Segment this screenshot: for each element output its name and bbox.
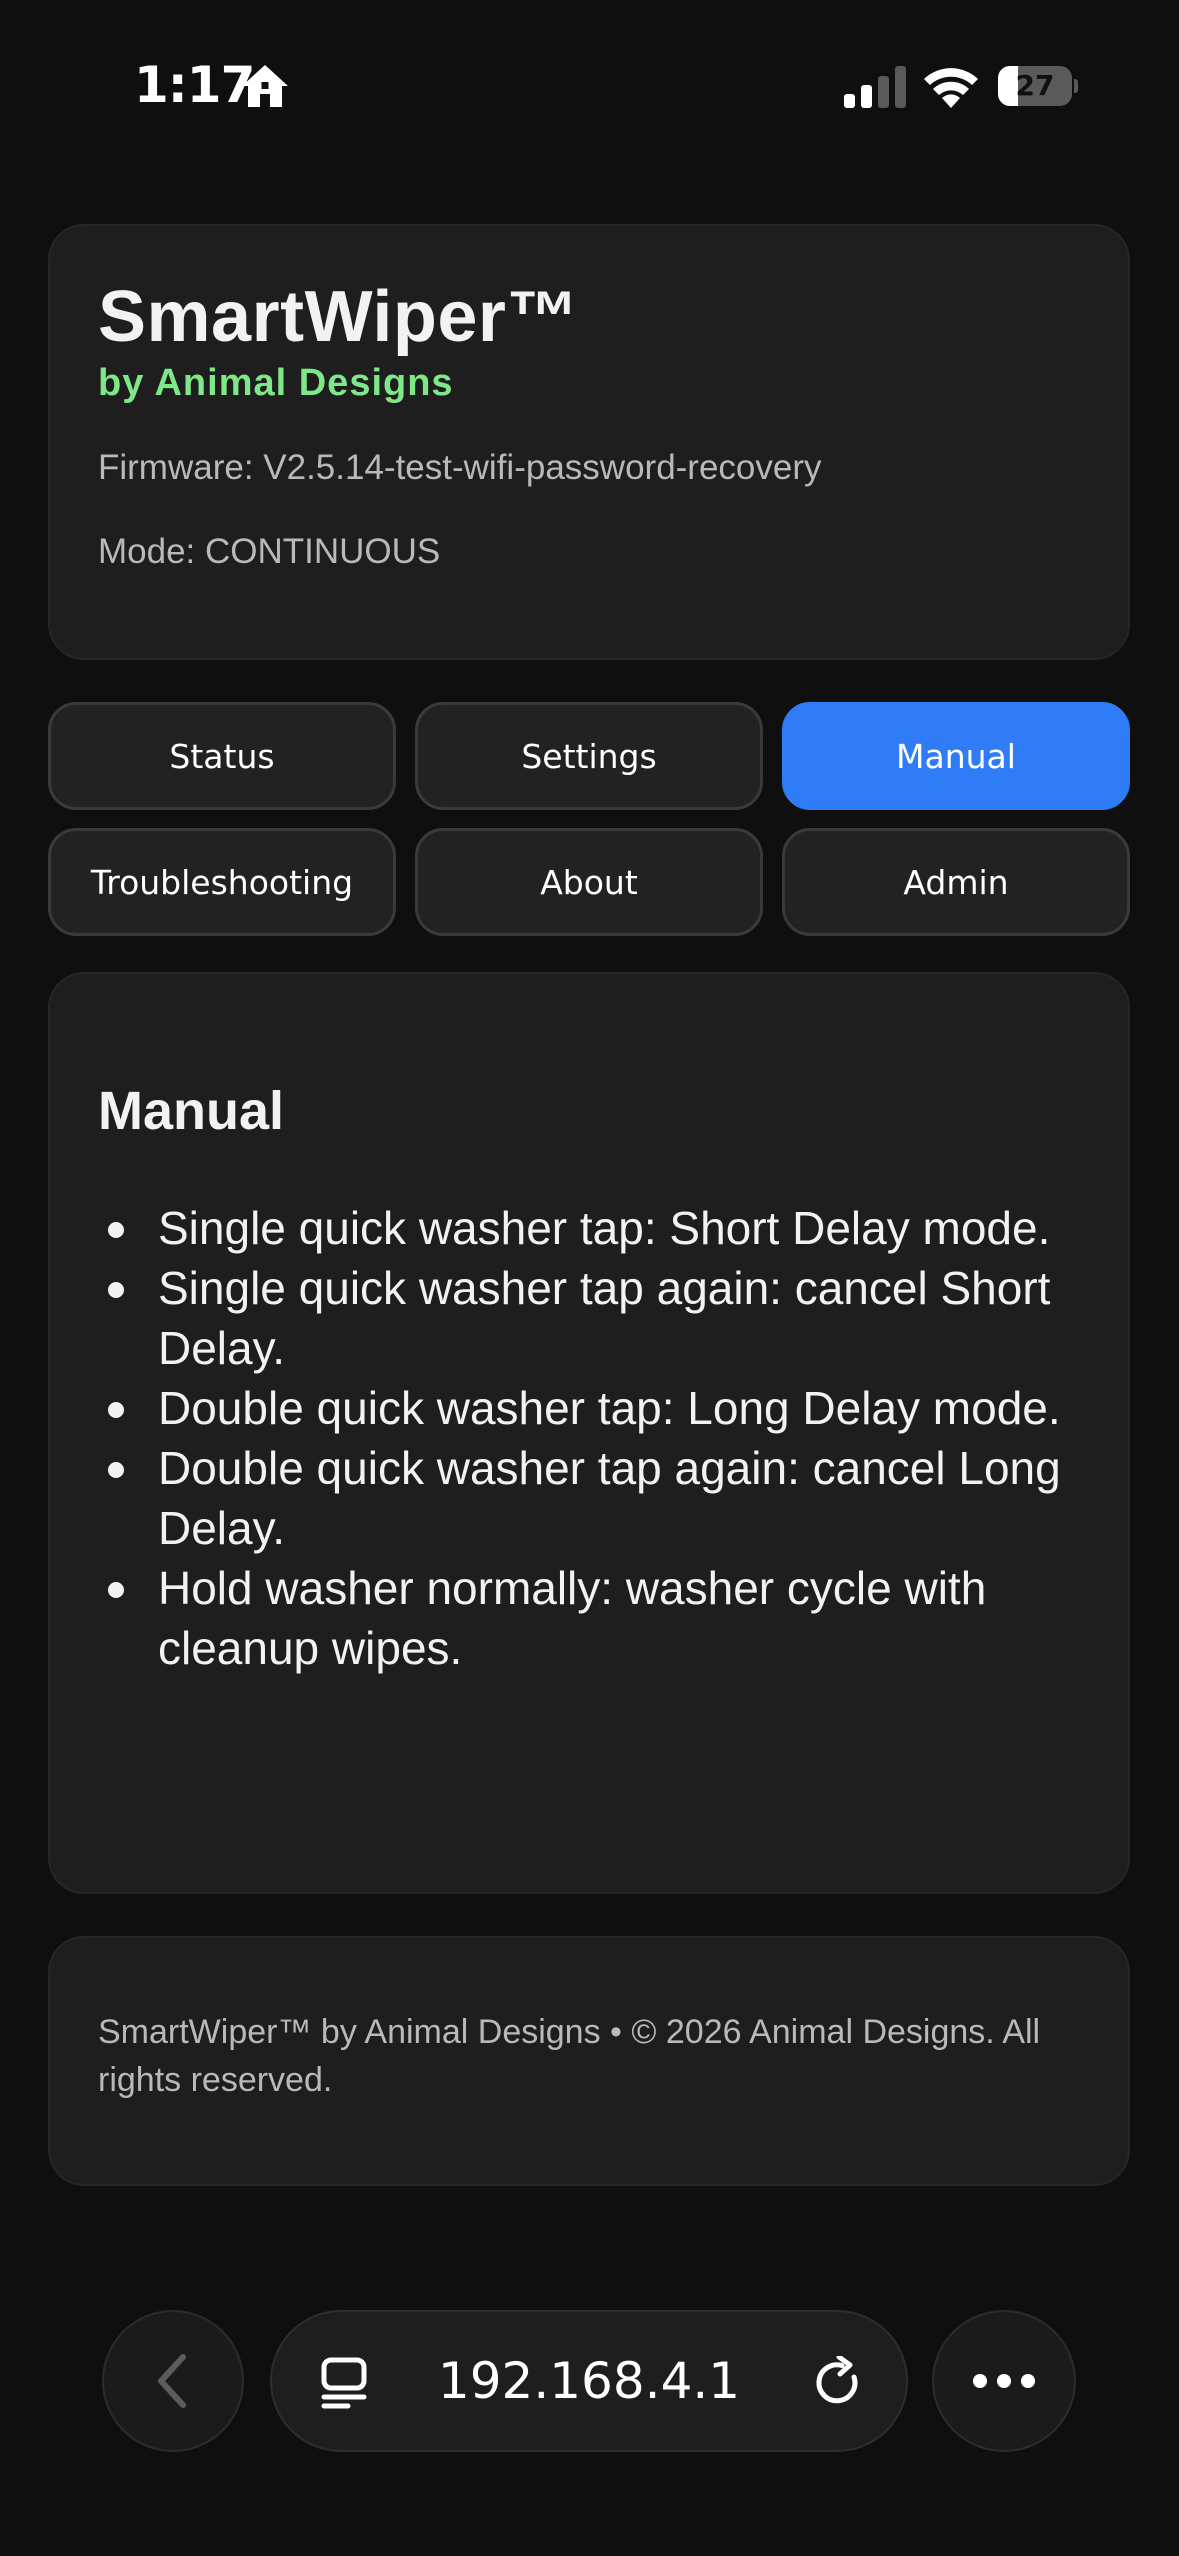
current-mode: Mode: CONTINUOUS (98, 532, 441, 571)
url-text[interactable]: 192.168.4.1 (272, 2312, 906, 2450)
manual-list: Single quick washer tap: Short Delay mod… (98, 1198, 1078, 1678)
app-title: SmartWiper™ (98, 277, 579, 357)
firmware-version: Firmware: V2.5.14-test-wifi-password-rec… (98, 448, 822, 487)
status-time: 1:17 (134, 56, 255, 114)
tab-settings[interactable]: Settings (415, 702, 763, 810)
wifi-icon (924, 68, 978, 108)
list-item: Hold washer normally: washer cycle with … (98, 1558, 1078, 1678)
list-item: Single quick washer tap again: cancel Sh… (98, 1258, 1078, 1378)
app-root: 1:17 27 SmartWiper™ by Animal Designs Fi… (0, 0, 1179, 2556)
footer-text: SmartWiper™ by Animal Designs • © 2026 A… (98, 2013, 1041, 2099)
header-card: SmartWiper™ by Animal Designs Firmware: … (48, 224, 1130, 660)
footer-card: SmartWiper™ by Animal Designs • © 2026 A… (48, 1936, 1130, 2186)
reload-icon[interactable] (812, 2356, 866, 2410)
back-button[interactable] (102, 2310, 244, 2452)
list-item: Double quick washer tap again: cancel Lo… (98, 1438, 1078, 1558)
more-icon (973, 2374, 1035, 2388)
cellular-signal-icon (844, 66, 906, 108)
battery-icon: 27 (998, 64, 1078, 108)
tab-about[interactable]: About (415, 828, 763, 936)
status-bar: 1:17 27 (0, 0, 1179, 160)
back-chevron-icon (158, 2354, 186, 2408)
tab-status[interactable]: Status (48, 702, 396, 810)
tab-manual[interactable]: Manual (782, 702, 1130, 810)
list-item: Double quick washer tap: Long Delay mode… (98, 1378, 1078, 1438)
more-button[interactable] (932, 2310, 1076, 2452)
battery-level: 27 (1015, 69, 1055, 102)
app-byline: by Animal Designs (98, 362, 454, 404)
home-icon (242, 65, 288, 107)
list-item: Single quick washer tap: Short Delay mod… (98, 1198, 1078, 1258)
manual-card: Manual Single quick washer tap: Short De… (48, 972, 1130, 1894)
tab-admin[interactable]: Admin (782, 828, 1130, 936)
tab-troubleshooting[interactable]: Troubleshooting (48, 828, 396, 936)
address-bar[interactable]: 192.168.4.1 (270, 2310, 908, 2452)
section-title: Manual (98, 1081, 285, 1141)
